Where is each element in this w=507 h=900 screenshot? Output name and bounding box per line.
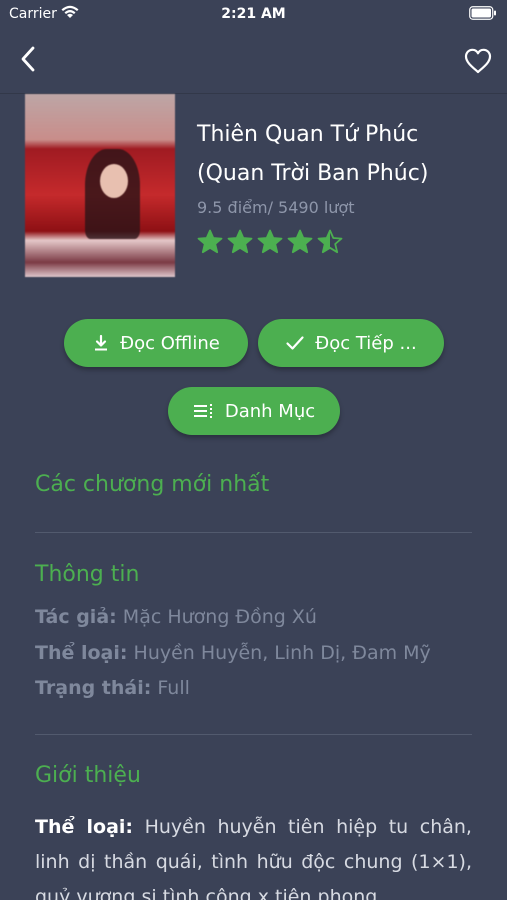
author-row: Tác giả: Mặc Hương Đồng Xú: [35, 606, 317, 628]
book-cover-image: [25, 94, 175, 277]
chevron-left-icon[interactable]: [14, 44, 44, 74]
star-full-icon: [287, 229, 313, 254]
table-of-contents-button[interactable]: Danh Mục: [168, 387, 340, 435]
intro-heading: Giới thiệu: [35, 763, 141, 788]
status-time: 2:21 AM: [221, 6, 286, 22]
read-offline-label: Đọc Offline: [120, 332, 220, 354]
continue-reading-label: Đọc Tiếp ...: [315, 332, 417, 354]
book-score: 9.5 điểm/ 5490 lượt: [197, 198, 355, 217]
heart-outline-icon[interactable]: [463, 46, 493, 76]
list-icon: [193, 404, 212, 418]
genre-row: Thể loại: Huyền Huyễn, Linh Dị, Đam Mỹ: [35, 642, 431, 664]
rating-stars: [197, 229, 343, 255]
info-heading: Thông tin: [35, 562, 140, 587]
section-divider: [35, 532, 472, 533]
status-bar: Carrier 2:21 AM: [0, 0, 507, 28]
star-full-icon: [197, 229, 223, 254]
status-value: Full: [157, 677, 190, 699]
intro-text: Thể loại: Huyền huyễn tiên hiệp tu chân,…: [35, 810, 472, 900]
book-title: Thiên Quan Tứ Phúc (Quan Trời Ban Phúc): [197, 122, 429, 186]
star-full-icon: [227, 229, 253, 254]
latest-chapters-heading[interactable]: Các chương mới nhất: [35, 472, 269, 497]
table-of-contents-label: Danh Mục: [224, 400, 316, 422]
intro-genre-label: Thể loại:: [35, 816, 134, 838]
author-label: Tác giả:: [35, 606, 117, 628]
continue-reading-button[interactable]: Đọc Tiếp ...: [258, 319, 444, 367]
checkmark-icon: [286, 336, 304, 350]
star-half-icon: [317, 229, 343, 254]
genre-label: Thể loại:: [35, 642, 128, 664]
status-row: Trạng thái: Full: [35, 677, 190, 699]
nav-bar: [0, 28, 507, 94]
read-offline-button[interactable]: Đọc Offline: [64, 319, 248, 367]
battery-icon: [469, 6, 496, 20]
author-value: Mặc Hương Đồng Xú: [122, 606, 317, 628]
section-divider: [35, 734, 472, 735]
download-icon: [95, 334, 108, 351]
star-full-icon: [257, 229, 283, 254]
genre-value: Huyền Huyễn, Linh Dị, Đam Mỹ: [133, 642, 431, 664]
status-label: Trạng thái:: [35, 677, 152, 699]
